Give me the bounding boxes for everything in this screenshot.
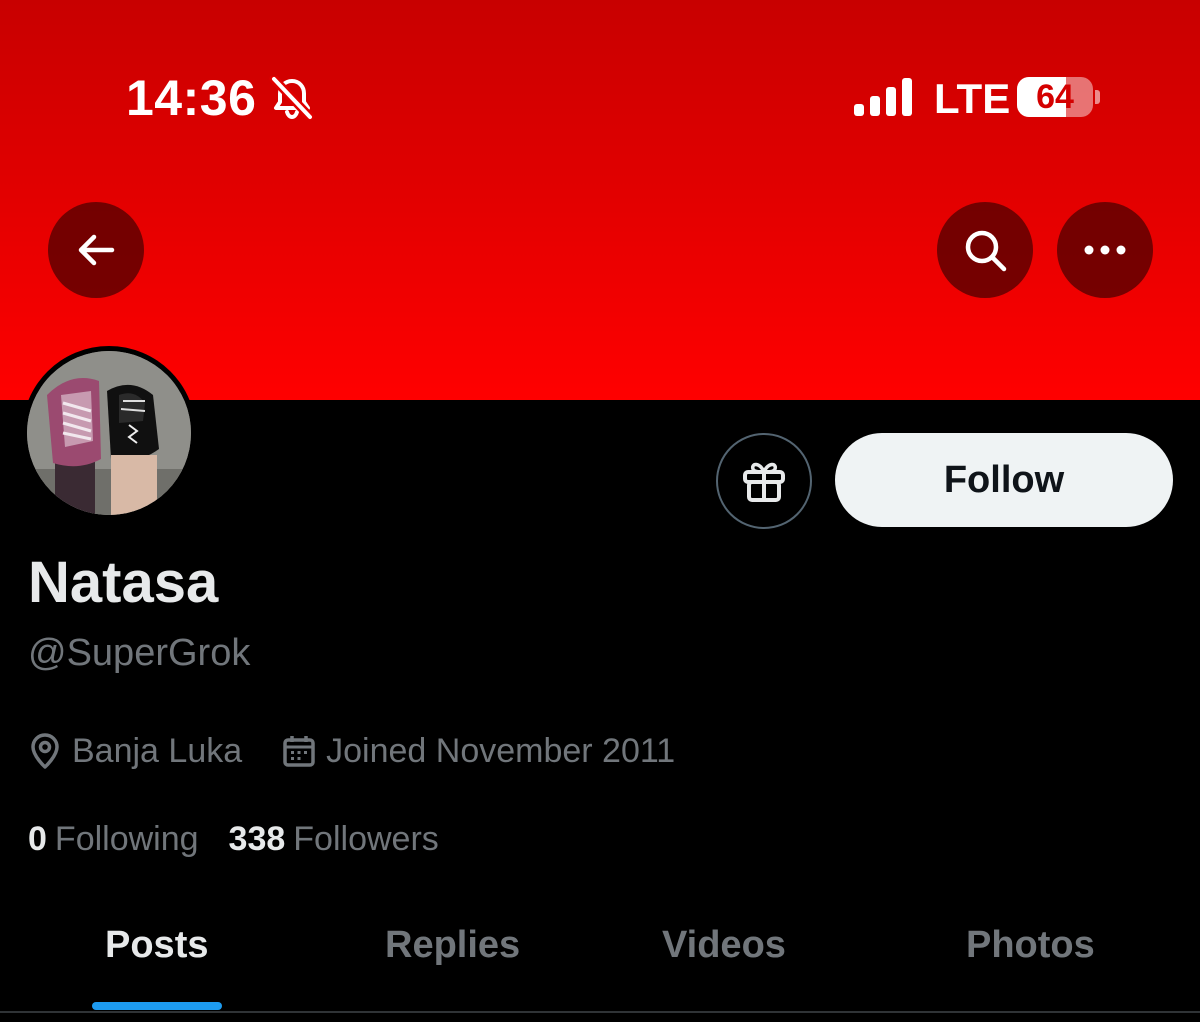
location-item: Banja Luka: [28, 732, 242, 771]
avatar-image: [27, 351, 191, 515]
profile-handle: @SuperGrok: [28, 632, 251, 674]
battery-tip: [1095, 90, 1100, 104]
tab-videos[interactable]: Videos: [662, 922, 786, 968]
avatar-photo: [27, 351, 191, 515]
profile-banner[interactable]: [0, 0, 1200, 400]
joined-item: Joined November 2011: [282, 732, 675, 771]
tab-posts[interactable]: Posts: [105, 922, 208, 968]
followers-label: Followers: [293, 819, 439, 858]
followers-stat[interactable]: 338 Followers: [229, 820, 439, 859]
battery-level: 64: [1036, 78, 1074, 116]
battery-indicator: 64: [1017, 77, 1093, 117]
follow-button[interactable]: Follow: [835, 433, 1173, 527]
followers-count: 338: [228, 819, 286, 858]
tab-photos[interactable]: Photos: [966, 922, 1095, 968]
following-stat[interactable]: 0 Following: [28, 820, 199, 859]
search-button[interactable]: [937, 202, 1033, 298]
calendar-icon: [283, 736, 315, 767]
profile-tabs: Posts Replies Videos Photos: [0, 900, 1200, 1012]
profile-avatar[interactable]: [22, 346, 196, 520]
follow-stats: 0 Following 338 Followers: [28, 816, 469, 862]
active-tab-indicator: [92, 1002, 222, 1010]
profile-page: 14:36 LTE 64 Follow Natasa @SuperGrok Ba…: [0, 0, 1200, 1022]
more-horizontal-icon: [1084, 245, 1126, 255]
location-pin-icon: [31, 733, 59, 769]
following-label: Following: [54, 819, 199, 858]
cellular-signal-icon: [854, 78, 912, 116]
joined-text: Joined November 2011: [326, 731, 676, 770]
back-button[interactable]: [48, 202, 144, 298]
following-count: 0: [28, 819, 47, 858]
arrow-left-icon: [78, 234, 115, 266]
more-button[interactable]: [1057, 202, 1153, 298]
location-text: Banja Luka: [72, 731, 243, 770]
network-type: LTE: [934, 75, 1011, 122]
status-time: 14:36: [126, 70, 257, 126]
tabs-divider: [0, 1011, 1200, 1013]
bell-slash-icon: [269, 76, 315, 120]
profile-meta: Banja Luka Joined November 2011: [28, 728, 715, 774]
gift-button[interactable]: [716, 433, 812, 529]
tab-replies[interactable]: Replies: [385, 922, 520, 968]
gift-icon: [743, 462, 785, 502]
profile-name: Natasa: [28, 550, 219, 615]
search-icon: [965, 230, 1007, 272]
